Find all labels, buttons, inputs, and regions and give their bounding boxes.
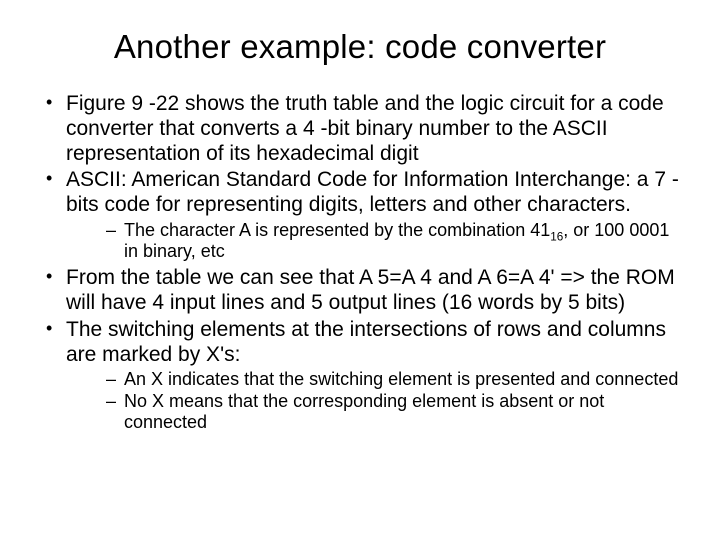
sub-text-part: The character A is represented by the co… (124, 220, 550, 240)
bullet-item: Figure 9 -22 shows the truth table and t… (36, 92, 684, 166)
sub-list: An X indicates that the switching elemen… (66, 369, 684, 433)
sub-list: The character A is represented by the co… (66, 220, 684, 262)
slide-title: Another example: code converter (36, 28, 684, 66)
subscript: 16 (550, 230, 563, 243)
bullet-item: ASCII: American Standard Code for Inform… (36, 168, 684, 262)
bullet-list: Figure 9 -22 shows the truth table and t… (36, 92, 684, 433)
bullet-item: From the table we can see that A 5=A 4 a… (36, 266, 684, 316)
sub-bullet-item: An X indicates that the switching elemen… (66, 369, 684, 390)
sub-bullet-item: The character A is represented by the co… (66, 220, 684, 262)
bullet-text: ASCII: American Standard Code for Inform… (66, 168, 679, 216)
sub-bullet-item: No X means that the corresponding elemen… (66, 391, 684, 433)
bullet-text: The switching elements at the intersecti… (66, 318, 666, 366)
bullet-item: The switching elements at the intersecti… (36, 318, 684, 433)
